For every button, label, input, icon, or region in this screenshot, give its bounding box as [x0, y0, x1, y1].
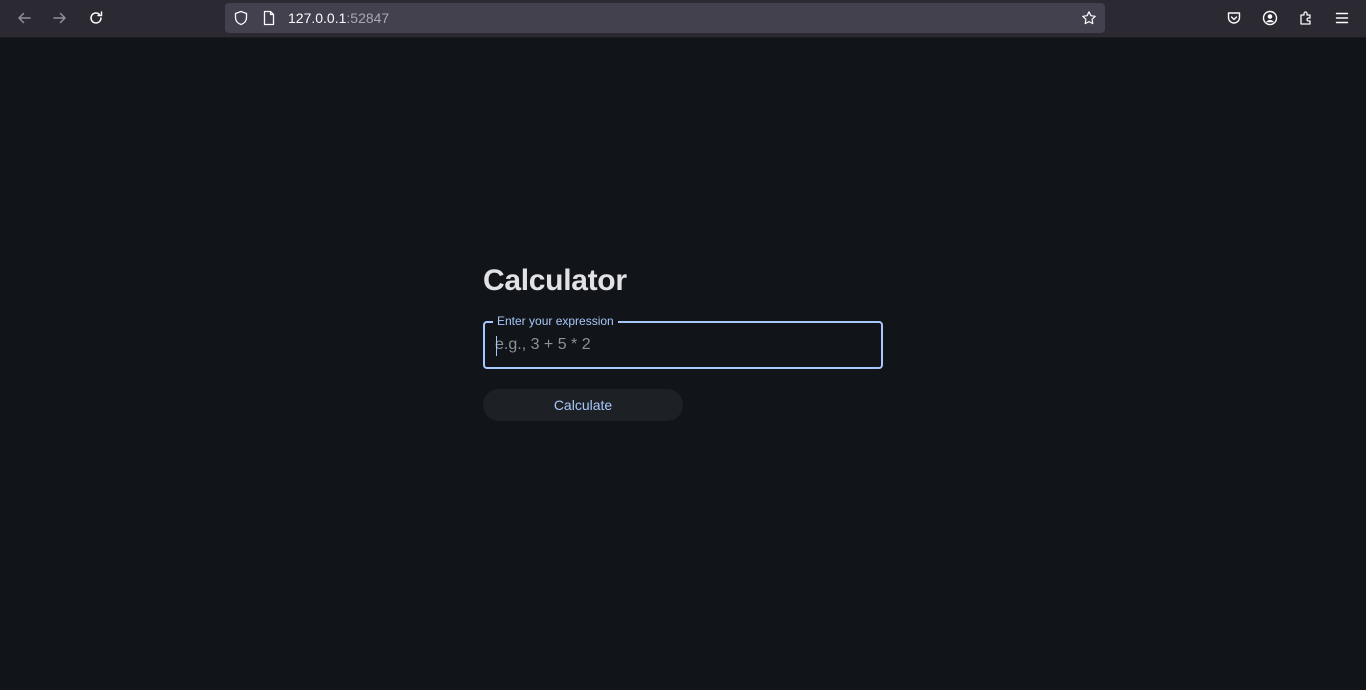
back-button[interactable] — [9, 4, 39, 32]
account-button[interactable] — [1255, 4, 1285, 32]
extensions-puzzle-icon — [1298, 10, 1314, 26]
browser-toolbar: 127.0.0.1:52847 — [0, 0, 1366, 38]
text-caret — [496, 336, 497, 356]
pocket-button[interactable] — [1219, 4, 1249, 32]
forward-button[interactable] — [45, 4, 75, 32]
page-title: Calculator — [483, 264, 627, 297]
back-arrow-icon — [16, 10, 32, 26]
url-bar[interactable]: 127.0.0.1:52847 — [225, 3, 1105, 33]
calculate-button[interactable]: Calculate — [483, 389, 683, 421]
bookmark-star-icon[interactable] — [1081, 10, 1097, 26]
forward-arrow-icon — [52, 10, 68, 26]
tracking-protection-shield-icon[interactable] — [233, 10, 249, 26]
reload-button[interactable] — [81, 4, 111, 32]
url-text[interactable]: 127.0.0.1:52847 — [288, 10, 389, 26]
pocket-icon — [1226, 10, 1242, 26]
page-content: Calculator Enter your expression Calcula… — [0, 38, 1366, 690]
account-icon — [1262, 10, 1278, 26]
app-menu-button[interactable] — [1327, 4, 1357, 32]
page-document-icon — [261, 10, 277, 26]
expression-field[interactable]: Enter your expression — [483, 313, 883, 369]
url-port: :52847 — [346, 10, 390, 26]
url-host: 127.0.0.1 — [288, 10, 347, 26]
expression-input[interactable] — [495, 323, 871, 367]
reload-icon — [88, 10, 104, 26]
hamburger-menu-icon — [1334, 10, 1350, 26]
extensions-button[interactable] — [1291, 4, 1321, 32]
